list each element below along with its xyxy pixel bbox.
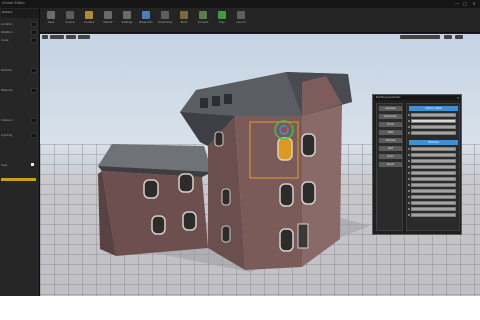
- toolbar-button-label: Source: [65, 21, 75, 24]
- toolbar-button-source[interactable]: Source: [63, 10, 77, 30]
- plugin-asset-slot[interactable]: [411, 147, 456, 151]
- details-row[interactable]: Mobility: [1, 68, 37, 73]
- minimize-button[interactable]: —: [454, 1, 460, 6]
- plugin-asset-slot[interactable]: [411, 201, 456, 205]
- plugin-asset-slot[interactable]: [411, 189, 456, 193]
- toolbar-button-cinematics[interactable]: Cinematics: [158, 10, 172, 30]
- checkbox-icon[interactable]: [408, 132, 410, 134]
- toolbar-button-play[interactable]: Play: [215, 10, 229, 30]
- app-title: Unreal Editor: [2, 1, 25, 5]
- plugin-tool-button[interactable]: Export: [379, 162, 402, 167]
- source-control-icon: [66, 11, 74, 19]
- plugin-asset-slot[interactable]: [411, 131, 456, 135]
- toolbar-button-label: Market: [103, 21, 113, 24]
- plugin-asset-slot[interactable]: [411, 165, 456, 169]
- play-icon: [218, 11, 226, 19]
- checkbox-icon[interactable]: [408, 208, 410, 210]
- details-row[interactable]: Scale: [1, 38, 37, 43]
- plugin-asset-slot[interactable]: [411, 119, 456, 123]
- toolbar-button-compile[interactable]: Compile: [196, 10, 210, 30]
- building-generator-window: Building Generator ✕ Generate Randomize Fl…: [372, 94, 462, 235]
- market-icon: [104, 11, 112, 19]
- plugin-asset-slot[interactable]: [411, 125, 456, 129]
- plugin-tool-button[interactable]: Doors: [379, 154, 402, 159]
- plugin-tool-list: Generate Randomize Floors Walls Windows Roof D…: [376, 103, 403, 231]
- checkbox-icon[interactable]: [408, 190, 410, 192]
- launch-icon: [237, 11, 245, 19]
- plugin-tool-button[interactable]: Windows: [379, 138, 402, 143]
- toolbar-button-launch[interactable]: Launch: [234, 10, 248, 30]
- details-row[interactable]: Location: [1, 22, 37, 27]
- title-bar: Unreal Editor — □ ✕: [0, 0, 480, 8]
- build-icon: [180, 11, 188, 19]
- toolbar-button-label: Play: [219, 21, 225, 24]
- plugin-asset-slot[interactable]: [411, 159, 456, 163]
- save-icon: [47, 11, 55, 19]
- checkbox-icon[interactable]: [408, 172, 410, 174]
- details-row[interactable]: Material: [1, 88, 37, 93]
- toolbar-button-label: Settings: [121, 21, 133, 24]
- plugin-asset-slot[interactable]: [411, 171, 456, 175]
- toolbar-button-label: Save: [47, 21, 55, 24]
- checkbox-icon[interactable]: [408, 154, 410, 156]
- checkbox-icon[interactable]: [408, 178, 410, 180]
- plugin-asset-slot[interactable]: [411, 153, 456, 157]
- cinematics-icon: [161, 11, 169, 19]
- details-row[interactable]: Collision: [1, 118, 37, 123]
- details-row[interactable]: Lighting: [1, 133, 37, 138]
- toolbar-button-label: Content: [83, 21, 95, 24]
- toolbar-button-blueprints[interactable]: Blueprints: [139, 10, 153, 30]
- plugin-asset-slot[interactable]: [411, 183, 456, 187]
- toolbar-button-label: Launch: [236, 21, 246, 24]
- toolbar-button-settings[interactable]: Settings: [120, 10, 134, 30]
- plugin-asset-slot[interactable]: [411, 207, 456, 211]
- toolbar-button-market[interactable]: Market: [101, 10, 115, 30]
- close-icon[interactable]: ✕: [456, 96, 460, 100]
- level-viewport[interactable]: Building Generator ✕ Generate Randomize Fl…: [40, 34, 480, 296]
- details-panel-header: Details: [1, 9, 39, 18]
- plugin-tool-button[interactable]: Randomize: [379, 114, 402, 119]
- maximize-button[interactable]: □: [462, 1, 468, 6]
- checkbox-icon[interactable]: [408, 126, 410, 128]
- gear-icon: [123, 11, 131, 19]
- plugin-tool-button[interactable]: Generate: [379, 106, 402, 111]
- blueprint-icon: [142, 11, 150, 19]
- toolbar-button-label: Compile: [197, 21, 209, 24]
- content-icon: [85, 11, 93, 19]
- toolbar-button-content[interactable]: Content: [82, 10, 96, 30]
- plugin-tool-button[interactable]: Floors: [379, 122, 402, 127]
- toolbar-button-label: Blueprints: [139, 21, 153, 24]
- plugin-tool-button[interactable]: Roof: [379, 146, 402, 151]
- close-button[interactable]: ✕: [471, 1, 477, 6]
- checkbox-icon[interactable]: [408, 196, 410, 198]
- compile-icon: [199, 11, 207, 19]
- checkbox-icon[interactable]: [408, 166, 410, 168]
- plugin-asset-slot[interactable]: [411, 113, 456, 117]
- main-toolbar: Save Source Content Market Settings Blueprint…: [40, 8, 480, 33]
- plugin-asset-slot[interactable]: [411, 177, 456, 181]
- checkbox-icon[interactable]: [408, 214, 410, 216]
- editor-window: Unreal Editor — □ ✕ Details Location Rot…: [0, 0, 480, 296]
- checkbox-icon[interactable]: [408, 184, 410, 186]
- plugin-section-header[interactable]: Exterior Walls: [409, 106, 458, 111]
- plugin-options-panel: Exterior Walls Windows: [406, 103, 460, 231]
- plugin-section-header[interactable]: Windows: [409, 140, 458, 145]
- checkbox-icon[interactable]: [408, 120, 410, 122]
- checkbox-icon[interactable]: [408, 160, 410, 162]
- checkbox-icon[interactable]: [408, 202, 410, 204]
- checkbox-icon[interactable]: [408, 114, 410, 116]
- details-row[interactable]: Tags: [1, 163, 34, 168]
- toolbar-button-label: Build: [180, 21, 188, 24]
- toolbar-button-save[interactable]: Save: [44, 10, 58, 30]
- plugin-asset-slot[interactable]: [411, 213, 456, 217]
- checkbox-icon[interactable]: [408, 148, 410, 150]
- toolbar-button-build[interactable]: Build: [177, 10, 191, 30]
- material-color-bar[interactable]: [1, 178, 36, 181]
- plugin-window-title: Building Generator: [374, 96, 460, 100]
- details-panel: Details Location Rotation Scale Mobility…: [0, 8, 40, 296]
- plugin-asset-slot[interactable]: [411, 195, 456, 199]
- plugin-tool-button[interactable]: Walls: [379, 130, 402, 135]
- details-row[interactable]: Rotation: [1, 30, 37, 35]
- toolbar-button-label: Cinematics: [157, 21, 173, 24]
